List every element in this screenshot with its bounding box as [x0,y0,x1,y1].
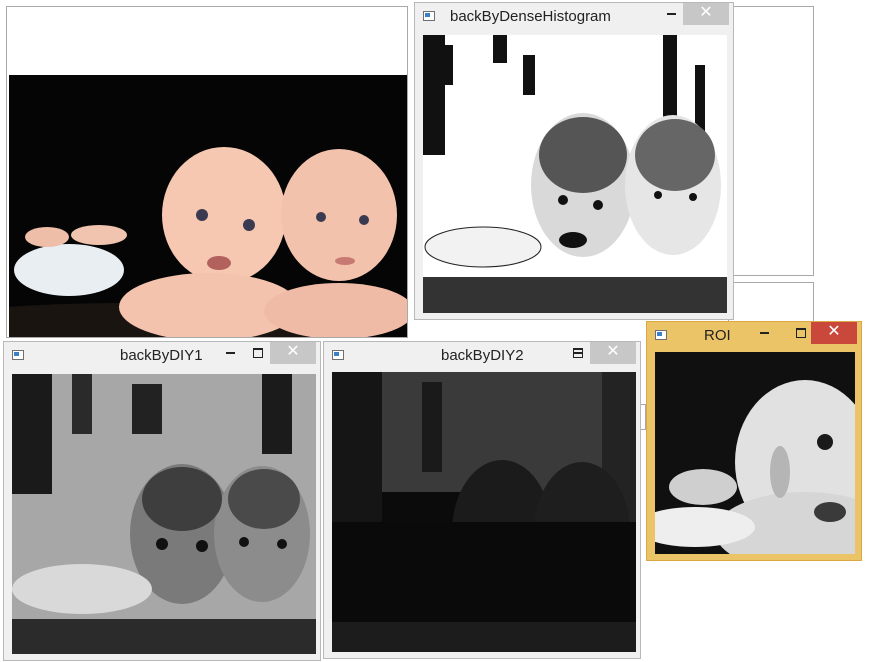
backbydensehistogram-window[interactable]: backByDenseHistogram ✕ [414,2,734,320]
minimize-icon [666,12,676,15]
backbydiy2-window[interactable]: backByDIY2 ✕ [323,341,641,659]
roi-grayscale-baby-image [655,352,855,554]
original-image-window[interactable] [6,6,408,338]
window-title: backByDenseHistogram [450,8,611,25]
twin-babies-color-photo [9,75,407,337]
close-icon: ✕ [699,4,713,21]
background-window-outline [728,282,814,322]
app-icon [655,330,667,340]
backprojection-diy2-image [332,372,636,652]
backprojection-bw-image [423,35,727,313]
backbydiy1-window[interactable]: backByDIY1 ✕ [3,341,321,661]
title-bar[interactable]: ROI ✕ [647,322,861,350]
window-title: backByDIY2 [441,347,524,364]
minimize-icon [759,331,769,334]
app-icon [12,350,24,360]
diy2-image [332,372,636,652]
original-image [9,75,407,337]
window-title: ROI [704,327,731,344]
close-button[interactable]: ✕ [590,342,636,364]
backprojection-diy1-image [12,374,316,654]
roi-image [655,352,855,554]
app-icon [332,350,344,360]
close-icon: ✕ [827,323,841,340]
diy1-image [12,374,316,654]
maximize-button[interactable] [245,342,271,364]
close-button[interactable]: ✕ [270,342,316,364]
close-button[interactable]: ✕ [683,3,729,25]
minimize-button[interactable] [217,342,243,364]
close-icon: ✕ [286,343,300,360]
roi-window[interactable]: ROI ✕ [646,321,862,561]
maximize-icon [253,347,263,358]
maximize-button[interactable] [565,342,591,364]
maximize-icon [796,327,806,338]
minimize-icon [225,351,235,354]
maximize-icon [573,347,583,358]
close-icon: ✕ [606,343,620,360]
dense-histogram-image [423,35,727,313]
window-title: backByDIY1 [120,347,203,364]
minimize-button[interactable] [751,322,777,344]
close-button[interactable]: ✕ [811,322,857,344]
title-bar[interactable]: backByDenseHistogram ✕ [415,3,733,31]
title-bar[interactable]: backByDIY1 ✕ [4,342,320,370]
title-bar[interactable]: backByDIY2 ✕ [324,342,640,370]
app-icon [423,11,435,21]
background-window-outline [728,6,814,276]
